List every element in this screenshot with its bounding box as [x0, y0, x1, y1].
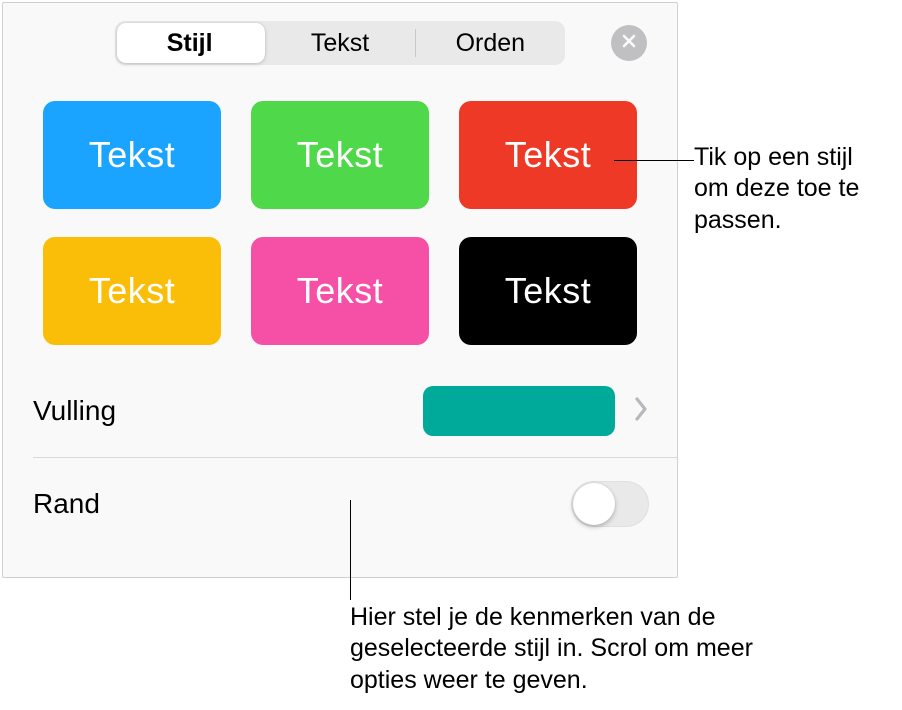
- callout-leader: [614, 160, 694, 161]
- close-button[interactable]: [611, 25, 647, 61]
- swatch-label: Tekst: [89, 270, 176, 312]
- close-icon: [621, 33, 637, 54]
- swatch-label: Tekst: [297, 270, 384, 312]
- style-swatch[interactable]: Tekst: [251, 101, 429, 209]
- fill-row[interactable]: Vulling: [3, 365, 677, 457]
- style-swatch[interactable]: Tekst: [43, 237, 221, 345]
- tab-arrange[interactable]: Orden: [416, 21, 565, 65]
- style-swatch[interactable]: Tekst: [459, 237, 637, 345]
- swatch-label: Tekst: [89, 134, 176, 176]
- tab-text[interactable]: Tekst: [265, 21, 414, 65]
- format-panel: Stijl Tekst Orden Tekst Tekst Tekst Teks…: [2, 2, 678, 578]
- style-swatch[interactable]: Tekst: [459, 101, 637, 209]
- fill-label: Vulling: [33, 395, 423, 427]
- chevron-right-icon: [633, 395, 649, 428]
- swatch-label: Tekst: [297, 134, 384, 176]
- fill-color-chip[interactable]: [423, 386, 615, 436]
- tab-style[interactable]: Stijl: [115, 21, 264, 65]
- style-swatch[interactable]: Tekst: [43, 101, 221, 209]
- border-row: Rand: [3, 458, 677, 550]
- segmented-control-wrap: Stijl Tekst Orden: [3, 3, 677, 65]
- border-label: Rand: [33, 488, 571, 520]
- swatch-label: Tekst: [505, 134, 592, 176]
- style-swatch-grid: Tekst Tekst Tekst Tekst Tekst Tekst: [3, 65, 677, 345]
- callout-text: Tik op een stijl om deze toe te passen.: [694, 142, 889, 236]
- style-swatch[interactable]: Tekst: [251, 237, 429, 345]
- segmented-control: Stijl Tekst Orden: [115, 21, 565, 65]
- callout-text: Hier stel je de kenmerken van de geselec…: [350, 602, 770, 696]
- callout-leader: [350, 500, 351, 600]
- border-toggle[interactable]: [571, 481, 649, 527]
- toggle-knob: [573, 483, 615, 525]
- tab-text-label: Tekst: [311, 29, 369, 58]
- tab-style-label: Stijl: [167, 29, 213, 58]
- tab-arrange-label: Orden: [456, 29, 525, 58]
- swatch-label: Tekst: [505, 270, 592, 312]
